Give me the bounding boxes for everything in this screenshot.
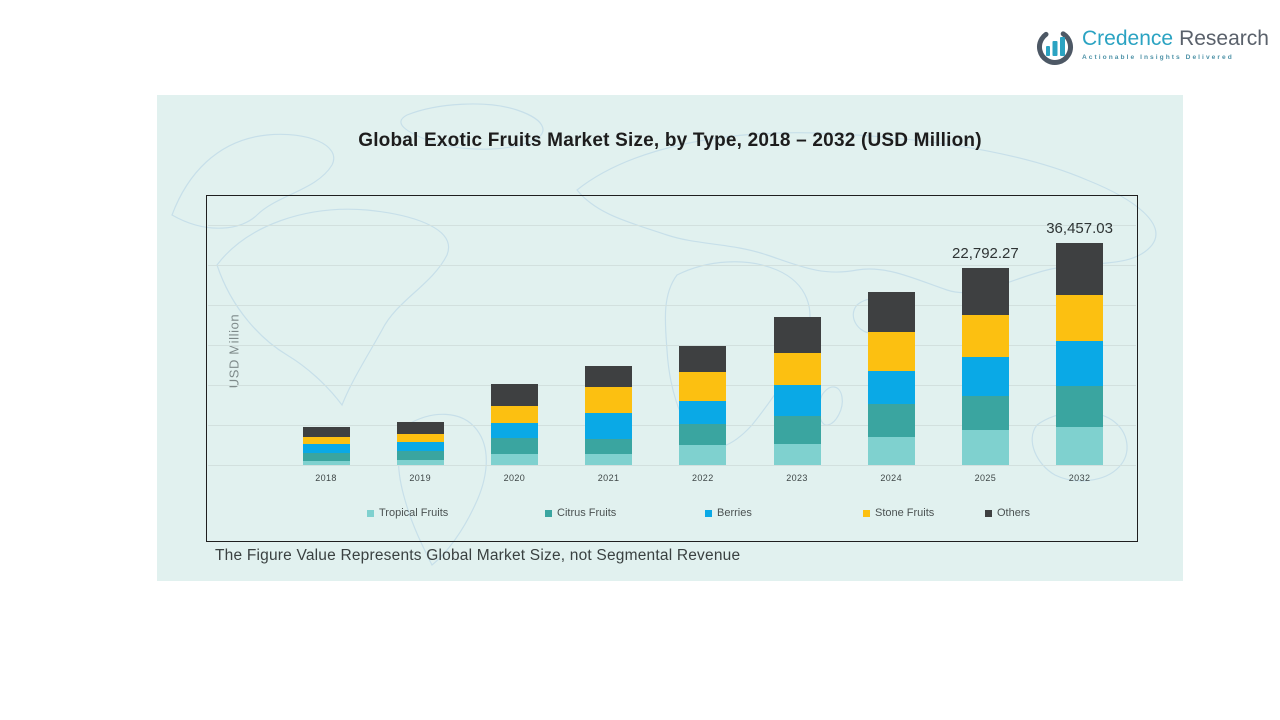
legend-label: Stone Fruits (875, 507, 935, 519)
gridline (208, 265, 1136, 266)
x-tick-2024: 2024 (880, 473, 902, 483)
x-tick-2018: 2018 (315, 473, 337, 483)
bar-segment-tropical-fruits (396, 460, 444, 465)
bar-segment-berries (867, 371, 915, 404)
brand-secondary: Research (1179, 27, 1269, 50)
y-axis-label: USD Million (226, 313, 242, 389)
x-tick-2025: 2025 (974, 473, 997, 483)
bar-segment-tropical-fruits (867, 437, 915, 465)
bar-2019 (396, 422, 444, 465)
bar-segment-tropical-fruits (585, 454, 633, 465)
legend-label: Tropical Fruits (379, 507, 449, 519)
bar-segment-stone-fruits (961, 315, 1009, 357)
bar-segment-stone-fruits (396, 434, 444, 442)
bar-2018 (302, 427, 350, 465)
legend-item-tropical-fruits: Tropical Fruits (367, 507, 448, 519)
slide: Credence Research Actionable Insights Del… (0, 0, 1280, 720)
data-label-2032: 36,457.03 (1046, 220, 1113, 237)
bar-segment-citrus-fruits (585, 439, 633, 454)
bar-segment-stone-fruits (490, 406, 538, 423)
bar-segment-others (679, 346, 727, 372)
legend-item-berries: Berries (705, 507, 752, 519)
bar-segment-tropical-fruits (679, 445, 727, 465)
logo-mark-icon (1037, 29, 1073, 65)
bar-segment-citrus-fruits (302, 453, 350, 461)
bar-segment-stone-fruits (867, 332, 915, 371)
bar-segment-berries (773, 385, 821, 416)
bar-2020 (490, 384, 538, 465)
bar-segment-citrus-fruits (679, 424, 727, 445)
bar-segment-others (396, 422, 444, 434)
bar-segment-citrus-fruits (490, 438, 538, 454)
legend-swatch-icon (705, 509, 712, 517)
brand-name: Credence Research (1082, 27, 1269, 51)
bar-segment-stone-fruits (773, 353, 821, 385)
figure-caption: The Figure Value Represents Global Marke… (215, 547, 741, 564)
gridline (208, 465, 1136, 466)
bar-segment-tropical-fruits (773, 444, 821, 465)
x-tick-2021: 2021 (597, 473, 620, 483)
legend-swatch-icon (367, 509, 374, 517)
bar-segment-others (302, 427, 350, 437)
bar-segment-stone-fruits (679, 372, 727, 401)
bar-segment-tropical-fruits (961, 430, 1009, 465)
bar-2021 (585, 366, 633, 465)
legend-swatch-icon (985, 509, 992, 517)
bar-segment-citrus-fruits (1056, 386, 1104, 427)
bar-segment-berries (302, 444, 350, 453)
bar-segment-tropical-fruits (1056, 427, 1104, 465)
bar-segment-others (961, 268, 1009, 315)
legend-item-citrus-fruits: Citrus Fruits (545, 507, 616, 519)
brand-tagline: Actionable Insights Delivered (1082, 54, 1234, 61)
x-tick-2032: 2032 (1068, 473, 1091, 483)
legend-label: Others (997, 507, 1031, 519)
brand-primary: Credence (1082, 27, 1174, 50)
bar-segment-berries (490, 423, 538, 438)
bar-segment-stone-fruits (1056, 295, 1104, 341)
bar-2024 (867, 292, 915, 465)
data-label-2025: 22,792.27 (952, 245, 1019, 262)
bar-segment-others (585, 366, 633, 387)
bar-segment-berries (961, 357, 1009, 396)
bar-segment-citrus-fruits (867, 404, 915, 437)
bar-segment-berries (1056, 341, 1104, 386)
bar-segment-berries (396, 442, 444, 451)
bar-segment-citrus-fruits (961, 396, 1009, 430)
legend-item-others: Others (985, 507, 1030, 519)
logo-text: Credence Research Actionable Insights Del… (1082, 27, 1269, 61)
legend-label: Citrus Fruits (557, 507, 617, 519)
bar-2022 (679, 346, 727, 465)
gridline (208, 225, 1136, 226)
bar-segment-tropical-fruits (302, 461, 350, 465)
bar-segment-others (490, 384, 538, 406)
chart-title: Global Exotic Fruits Market Size, by Typ… (358, 130, 982, 151)
bar-segment-others (773, 317, 821, 353)
chart-panel: Global Exotic Fruits Market Size, by Typ… (157, 95, 1183, 581)
x-tick-2020: 2020 (503, 473, 526, 483)
bar-segment-others (867, 292, 915, 332)
bar-2023 (773, 317, 821, 465)
bar-segment-citrus-fruits (773, 416, 821, 444)
bar-segment-berries (585, 413, 633, 439)
legend-swatch-icon (545, 509, 552, 517)
bar-segment-tropical-fruits (490, 454, 538, 465)
bar-2025 (961, 268, 1009, 465)
bar-segment-others (1056, 243, 1104, 295)
bar-segment-stone-fruits (585, 387, 633, 413)
bar-segment-stone-fruits (302, 437, 350, 444)
legend-label: Berries (717, 507, 752, 519)
bar-segment-berries (679, 401, 727, 424)
x-tick-2019: 2019 (409, 473, 431, 483)
legend-swatch-icon (863, 509, 870, 517)
x-tick-2023: 2023 (786, 473, 808, 483)
credence-research-logo: Credence Research Actionable Insights Del… (1036, 27, 1269, 67)
x-tick-2022: 2022 (691, 473, 714, 483)
bar-2032 (1056, 243, 1104, 465)
legend-item-stone-fruits: Stone Fruits (863, 507, 934, 519)
bar-segment-citrus-fruits (396, 451, 444, 460)
plot-area: USD Million 2018 2019 2020 2021 2022 2023 2024… (206, 195, 1138, 542)
